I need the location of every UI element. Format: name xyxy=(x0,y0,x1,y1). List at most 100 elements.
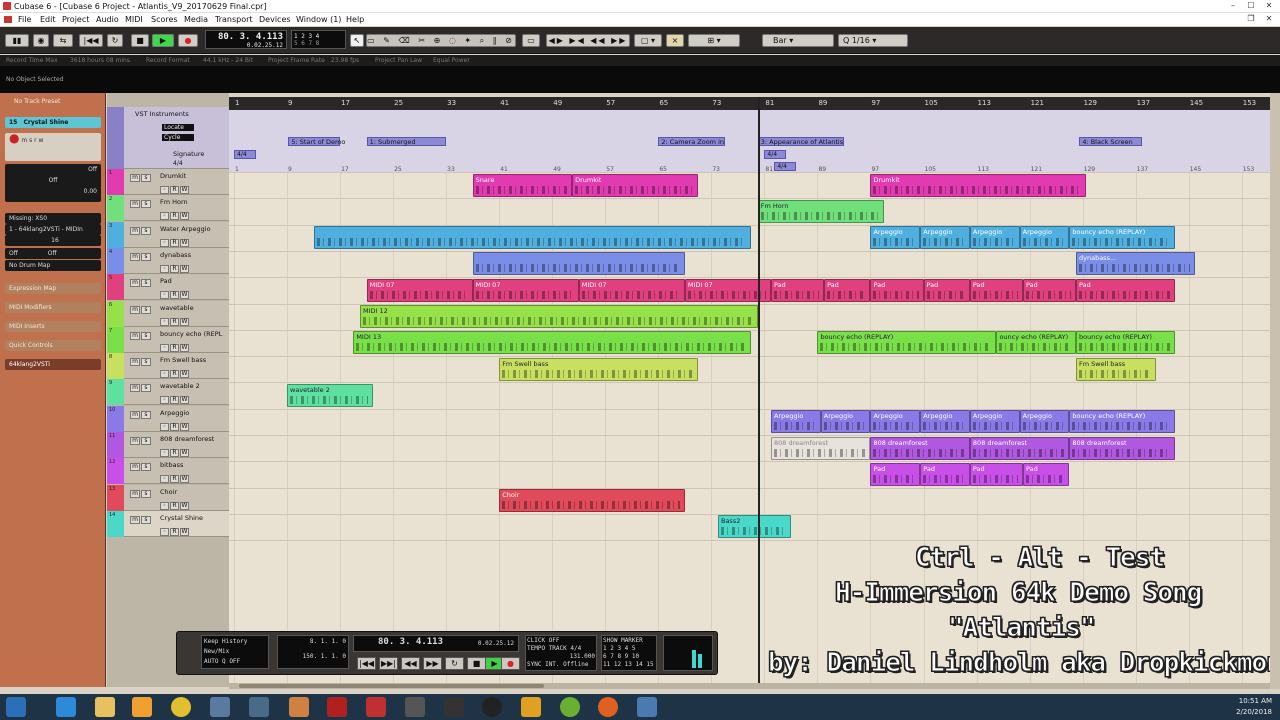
midi-part[interactable] xyxy=(472,252,685,276)
cubase-taskbar-icon[interactable] xyxy=(366,697,386,717)
app-icon-3[interactable] xyxy=(289,697,309,717)
navigation-buttons[interactable]: ◀▶ ▶◀ ◀◀ ▶▶ xyxy=(546,34,630,47)
rewind-to-start-button[interactable]: |◀◀ xyxy=(357,657,376,670)
monitor-button[interactable]: ◦ xyxy=(160,264,169,273)
track-color-strip[interactable]: 7 xyxy=(107,326,124,353)
track-name[interactable]: wavetable 2 xyxy=(160,382,228,390)
midi-part[interactable]: bouncy echo (REPLAY) xyxy=(1069,410,1176,434)
pan-law-value[interactable]: Equal Power xyxy=(433,55,470,66)
folder-track-vst-instruments[interactable]: VST Instruments Locate Cycle Signature 4… xyxy=(107,107,229,169)
write-automation-button[interactable]: W xyxy=(180,527,189,536)
record-enable-icon[interactable]: ● xyxy=(9,131,19,145)
ableton-live-icon[interactable] xyxy=(405,697,425,717)
read-automation-button[interactable]: R xyxy=(170,396,179,405)
midi-part[interactable]: Pad xyxy=(1022,462,1070,486)
transport-cycle-button[interactable]: ↻ xyxy=(445,657,464,670)
midi-part[interactable]: Pad xyxy=(771,278,825,302)
vertical-scrollbar[interactable] xyxy=(1270,93,1280,689)
midi-part[interactable]: Pad xyxy=(870,462,921,486)
monitor-button[interactable]: ◦ xyxy=(160,317,169,326)
track-controls[interactable]: ● m s r w xyxy=(5,131,101,161)
read-automation-button[interactable]: R xyxy=(170,475,179,484)
bar-ruler[interactable]: 1 9 17 25 33 41 49 57 65 73 81 89 97 105 113 121 129 137 1… xyxy=(229,97,1270,110)
midi-part[interactable]: MIDI 07 xyxy=(578,278,685,302)
click-value[interactable]: OFF xyxy=(549,637,560,644)
quick-controls-section[interactable]: Quick Controls xyxy=(5,340,101,351)
horizontal-scrollbar[interactable] xyxy=(229,683,1270,689)
scroll-thumb[interactable] xyxy=(239,684,544,688)
maximize-button[interactable]: ☐ xyxy=(1244,1,1258,11)
steam-icon[interactable] xyxy=(482,697,502,717)
track-color-strip[interactable]: 9 xyxy=(107,379,124,406)
solo-button[interactable]: s xyxy=(141,226,151,235)
midi-part[interactable]: Pad xyxy=(923,278,970,302)
midi-part[interactable]: dynabass... xyxy=(1076,252,1196,276)
next-marker-button[interactable]: ▶▶| xyxy=(379,657,398,670)
menu-edit[interactable]: Edit xyxy=(40,13,56,26)
menu-file[interactable]: File xyxy=(18,13,31,26)
midi-part[interactable]: wavetable 2 xyxy=(287,383,374,407)
monitor-button[interactable]: ◦ xyxy=(160,396,169,405)
menu-window[interactable]: Window (1) xyxy=(296,13,341,26)
track-name[interactable]: Arpeggio xyxy=(160,409,228,417)
write-automation-button[interactable]: W xyxy=(180,370,189,379)
app-icon-1[interactable] xyxy=(210,697,230,717)
volume-pan-section[interactable]: Off Off 0.00 xyxy=(5,164,101,202)
record-time-value[interactable]: 3618 hours 08 mins xyxy=(70,55,130,66)
midi-part[interactable]: Pad xyxy=(1022,278,1076,302)
midi-part[interactable] xyxy=(313,226,752,250)
midi-part[interactable]: Fm Horn xyxy=(757,199,884,223)
rewind-button[interactable]: ◀◀ xyxy=(401,657,420,670)
mute-button[interactable]: m xyxy=(130,279,140,288)
voicemeeter-icon[interactable] xyxy=(327,697,347,717)
track-row-fm-swell-bass[interactable]: 8 ms Fm Swell bass ◦ R W xyxy=(107,353,229,380)
doc-close-button[interactable]: ✕ xyxy=(1262,14,1276,24)
monitor-button[interactable]: ◦ xyxy=(160,449,169,457)
signature-event[interactable]: 4/4 xyxy=(764,150,787,159)
midi-part[interactable]: Pad xyxy=(969,462,1023,486)
forward-button[interactable]: ▶▶ xyxy=(423,657,442,670)
midi-part[interactable]: Arpeggio xyxy=(920,410,970,434)
autoscroll-button[interactable]: ▭ xyxy=(522,34,540,47)
midi-part[interactable]: Arpeggio xyxy=(771,410,821,434)
track-name[interactable]: Water Arpeggio xyxy=(160,225,228,233)
cycle-button[interactable]: ↻ xyxy=(107,34,123,47)
solo-button[interactable]: s xyxy=(141,515,151,524)
cycle-marker-button[interactable]: Cycle xyxy=(162,134,194,141)
midi-part[interactable]: 808 dreamforest xyxy=(870,436,970,460)
midi-part[interactable]: MIDI 07 xyxy=(366,278,473,302)
menu-media[interactable]: Media xyxy=(184,13,208,26)
track-color-strip[interactable]: 12 xyxy=(107,458,124,485)
write-automation-button[interactable]: W xyxy=(180,212,189,221)
marker-row-3[interactable]: 11 12 13 14 15 xyxy=(603,661,655,669)
monitor-button[interactable]: ◦ xyxy=(160,501,169,510)
snap-mode-button[interactable]: ⊞ ▾ xyxy=(688,34,740,47)
mute-button[interactable]: m xyxy=(130,463,140,472)
solo-button[interactable]: s xyxy=(141,305,151,314)
track-row-bouncy-echo-repl[interactable]: 7 ms bouncy echo (REPL ◦ R W xyxy=(107,326,229,353)
read-automation-button[interactable]: R xyxy=(170,449,179,457)
write-automation-button[interactable]: W xyxy=(180,449,189,457)
stop-button[interactable]: ■ xyxy=(131,34,149,47)
monitor-button[interactable]: ◦ xyxy=(160,238,169,247)
doc-restore-button[interactable]: ❐ xyxy=(1244,14,1258,24)
locators-display[interactable]: 8. 1. 1. 0 150. 1. 1. 0 xyxy=(277,635,349,669)
app-icon-6[interactable] xyxy=(637,697,657,717)
mute-button[interactable]: m xyxy=(130,305,140,314)
media-player-icon[interactable] xyxy=(132,697,152,717)
solo-button[interactable]: s xyxy=(141,489,151,498)
solo-button[interactable]: s xyxy=(141,358,151,367)
track-row-wavetable[interactable]: 6 ms wavetable ◦ R W xyxy=(107,300,229,327)
keep-history-label[interactable]: Keep History xyxy=(204,638,266,645)
transport-position-display[interactable]: 80. 3. 4.113 0.02.25.12 xyxy=(353,635,519,652)
track-row-fm-horn[interactable]: 2 ms Fm Horn ◦ R W xyxy=(107,195,229,222)
track-name[interactable]: Drumkit xyxy=(160,172,228,180)
channel-select[interactable]: 16 xyxy=(5,235,101,246)
track-row-dynabass[interactable]: 4 ms dynabass ◦ R W xyxy=(107,247,229,274)
solo-button[interactable]: s xyxy=(141,410,151,419)
locate-button[interactable]: Locate xyxy=(162,124,194,131)
write-automation-button[interactable]: W xyxy=(180,291,189,300)
track-row-pad[interactable]: 5 ms Pad ◦ R W xyxy=(107,274,229,301)
track-name[interactable]: Pad xyxy=(160,277,228,285)
midi-part[interactable]: 808 dreamforest xyxy=(969,436,1070,460)
